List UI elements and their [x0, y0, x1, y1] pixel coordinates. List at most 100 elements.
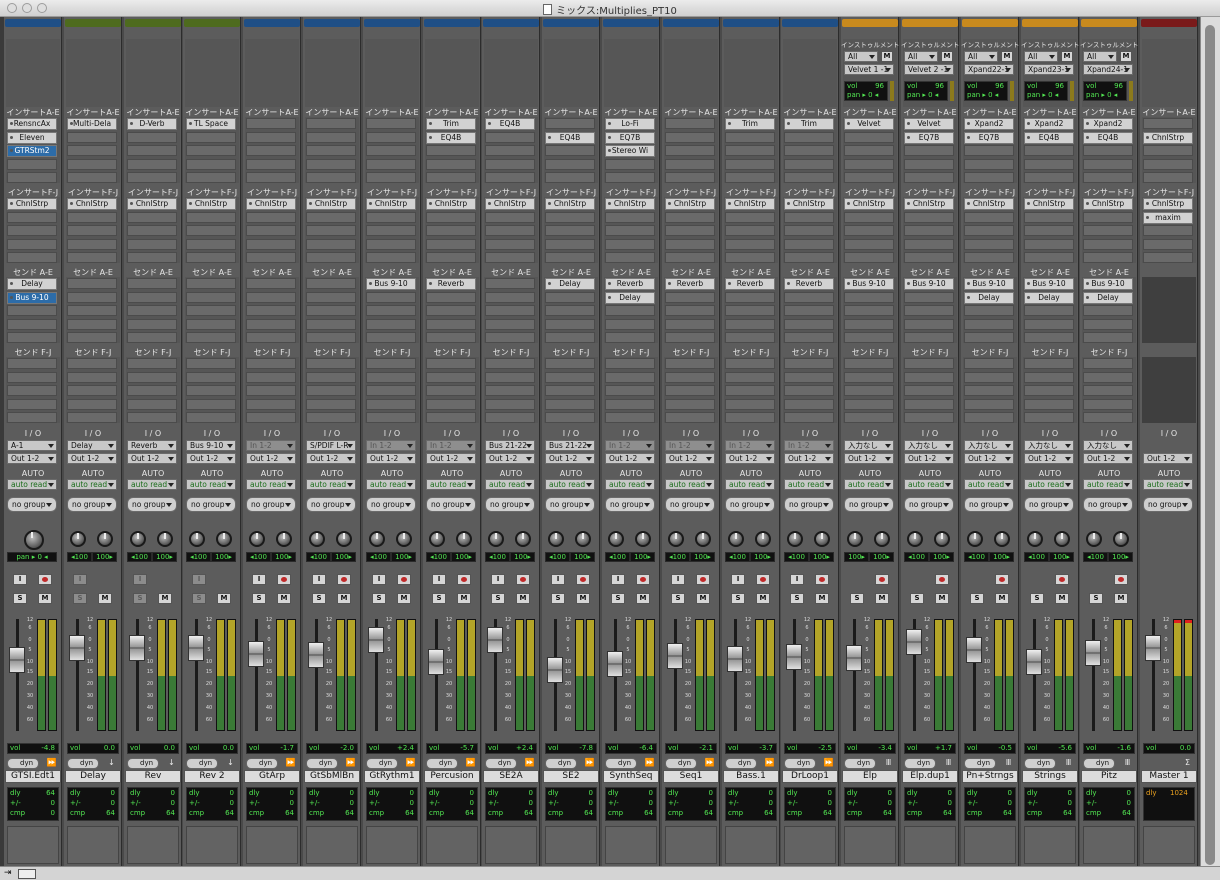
- volume-fader[interactable]: [9, 647, 25, 673]
- automation-mode-select[interactable]: auto read: [67, 479, 117, 490]
- solo-button[interactable]: S: [13, 593, 27, 604]
- midi-channel-select[interactable]: All: [904, 51, 938, 62]
- send-slot-empty[interactable]: [366, 371, 416, 383]
- send-slot-empty[interactable]: [426, 332, 476, 343]
- send-slot-empty[interactable]: [964, 318, 1014, 330]
- comments-area[interactable]: [964, 826, 1016, 864]
- solo-button[interactable]: S: [73, 593, 87, 604]
- input-monitor-button[interactable]: I: [790, 574, 804, 585]
- send-slot-empty[interactable]: [186, 332, 236, 343]
- mute-button[interactable]: M: [875, 593, 889, 604]
- send-slot-empty[interactable]: [485, 291, 535, 303]
- group-select[interactable]: no group: [904, 497, 954, 512]
- insert-slot-empty[interactable]: [485, 211, 535, 223]
- insert-chnlstrp[interactable]: ChnlStrp: [665, 198, 715, 210]
- send-slot-empty[interactable]: [964, 332, 1014, 343]
- send-slot-empty[interactable]: [485, 398, 535, 410]
- send-slot-empty[interactable]: [1083, 305, 1133, 316]
- insert-tl-space[interactable]: TL Space: [186, 118, 236, 130]
- send-slot-empty[interactable]: [426, 305, 476, 316]
- volume-display[interactable]: vol +2.4: [485, 743, 537, 754]
- send-slot-empty[interactable]: [725, 398, 775, 410]
- insert-chnlstrp[interactable]: ChnlStrp: [186, 198, 236, 210]
- send-slot-empty[interactable]: [1024, 371, 1074, 383]
- insert-slot-empty[interactable]: [306, 131, 356, 143]
- mute-button[interactable]: M: [277, 593, 291, 604]
- insert-slot-empty[interactable]: [605, 158, 655, 170]
- send-slot-empty[interactable]: [904, 398, 954, 410]
- insert-slot-empty[interactable]: [904, 172, 954, 183]
- send-slot-empty[interactable]: [306, 385, 356, 396]
- insert-slot-empty[interactable]: [1083, 252, 1133, 263]
- pan-right-knob[interactable]: [874, 531, 890, 547]
- insert-slot-empty[interactable]: [426, 172, 476, 183]
- send-slot-empty[interactable]: [665, 398, 715, 410]
- insert-slot-empty[interactable]: [844, 145, 894, 156]
- automation-mode-select[interactable]: auto read: [306, 479, 356, 490]
- insert-slot-empty[interactable]: [964, 225, 1014, 236]
- dyn-button[interactable]: dyn: [964, 758, 996, 769]
- dyn-button[interactable]: dyn: [246, 758, 278, 769]
- insert-slot-empty[interactable]: [186, 225, 236, 236]
- output-select[interactable]: Out 1-2: [605, 453, 655, 464]
- send-slot-empty[interactable]: [485, 305, 535, 316]
- instrument-vol-display[interactable]: vol 96 pan ▸ 0 ◂: [904, 81, 948, 101]
- send-slot-empty[interactable]: [545, 371, 595, 383]
- pan-right-knob[interactable]: [755, 531, 771, 547]
- group-select[interactable]: no group: [246, 497, 296, 512]
- input-select[interactable]: A-1: [7, 440, 57, 451]
- insert-trim[interactable]: Trim: [725, 118, 775, 130]
- volume-fader[interactable]: [1085, 640, 1101, 666]
- pan-right-knob[interactable]: [814, 531, 830, 547]
- pan-right-knob[interactable]: [276, 531, 292, 547]
- record-enable-button[interactable]: [576, 574, 590, 585]
- comments-area[interactable]: [246, 826, 298, 864]
- send-slot-empty[interactable]: [7, 358, 57, 369]
- volume-display[interactable]: vol -2.1: [665, 743, 717, 754]
- instrument-vol-display[interactable]: vol 96 pan ▸ 0 ◂: [1083, 81, 1127, 101]
- output-select[interactable]: Out 1-2: [964, 453, 1014, 464]
- send-reverb[interactable]: Reverb: [784, 278, 834, 290]
- midi-icon[interactable]: Ⅲ: [883, 758, 894, 769]
- output-select[interactable]: Out 1-2: [127, 453, 177, 464]
- dyn-button[interactable]: dyn: [306, 758, 338, 769]
- mute-button[interactable]: M: [756, 593, 770, 604]
- insert-slot-empty[interactable]: [844, 158, 894, 170]
- send-slot-empty[interactable]: [725, 305, 775, 316]
- pan-left-knob[interactable]: [369, 531, 385, 547]
- send-slot-empty[interactable]: [964, 371, 1014, 383]
- track-name[interactable]: Pn+Strngs: [962, 770, 1018, 783]
- insert-gtrstm2[interactable]: GTRStm2: [7, 145, 57, 157]
- automation-mode-select[interactable]: auto read: [605, 479, 655, 490]
- comments-area[interactable]: [725, 826, 777, 864]
- send-slot-empty[interactable]: [605, 398, 655, 410]
- send-slot-empty[interactable]: [127, 371, 177, 383]
- automation-mode-select[interactable]: auto read: [784, 479, 834, 490]
- insert-slot-empty[interactable]: [545, 225, 595, 236]
- midi-mute-button[interactable]: M: [1120, 51, 1132, 62]
- insert-slot-empty[interactable]: [844, 225, 894, 236]
- send-slot-empty[interactable]: [844, 318, 894, 330]
- pan-left-knob[interactable]: [70, 531, 86, 547]
- insert-slot-empty[interactable]: [306, 211, 356, 223]
- send-slot-empty[interactable]: [665, 318, 715, 330]
- input-monitor-button[interactable]: I: [671, 574, 685, 585]
- input-monitor-button[interactable]: I: [731, 574, 745, 585]
- insert-slot-empty[interactable]: [1083, 211, 1133, 223]
- insert-chnlstrp[interactable]: ChnlStrp: [1143, 131, 1193, 144]
- fast-forward-icon[interactable]: ⏩: [345, 758, 356, 769]
- insert-eq7b[interactable]: EQ7B: [904, 131, 954, 144]
- volume-display[interactable]: vol -6.4: [605, 743, 657, 754]
- insert-slot-empty[interactable]: [545, 238, 595, 250]
- pan-right-knob[interactable]: [157, 531, 173, 547]
- send-slot-empty[interactable]: [127, 398, 177, 410]
- send-slot-empty[interactable]: [426, 318, 476, 330]
- send-slot-empty[interactable]: [1083, 412, 1133, 423]
- solo-button[interactable]: S: [133, 593, 147, 604]
- insert-chnlstrp[interactable]: ChnlStrp: [545, 198, 595, 210]
- midi-mute-button[interactable]: M: [1001, 51, 1013, 62]
- track-name[interactable]: SynthSeq: [603, 770, 659, 783]
- input-select[interactable]: In 1-2: [605, 440, 655, 451]
- send-slot-empty[interactable]: [844, 291, 894, 303]
- send-slot-empty[interactable]: [844, 398, 894, 410]
